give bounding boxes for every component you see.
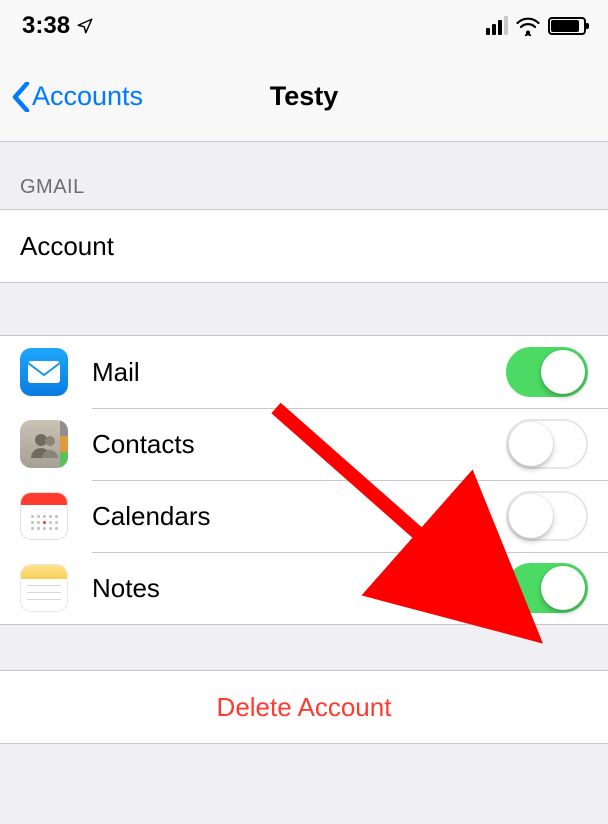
toggle-contacts[interactable] <box>506 419 588 469</box>
contacts-icon <box>20 420 68 468</box>
status-time: 3:38 <box>22 12 70 40</box>
toggle-mail[interactable] <box>506 347 588 397</box>
service-row-notes: Notes <box>0 552 608 624</box>
nav-bar: Accounts Testy <box>0 52 608 142</box>
service-label: Calendars <box>92 501 211 532</box>
group-spacer <box>0 283 608 335</box>
notes-icon <box>20 564 68 612</box>
location-arrow-icon <box>76 17 94 35</box>
service-label: Contacts <box>92 429 195 460</box>
service-row-calendars: Calendars <box>0 480 608 552</box>
services-group: Mail Contacts Calendars <box>0 335 608 625</box>
service-label: Mail <box>92 357 140 388</box>
cellular-signal-icon <box>486 17 508 35</box>
status-left: 3:38 <box>22 12 94 40</box>
calendars-icon <box>20 492 68 540</box>
status-bar: 3:38 <box>0 0 608 52</box>
account-group: Account <box>0 209 608 283</box>
toggle-calendars[interactable] <box>506 491 588 541</box>
mail-icon <box>20 348 68 396</box>
delete-label: Delete Account <box>217 692 392 723</box>
status-right <box>486 16 586 36</box>
delete-account-button[interactable]: Delete Account <box>0 671 608 743</box>
account-row[interactable]: Account <box>0 210 608 282</box>
group-spacer <box>0 625 608 670</box>
account-label: Account <box>20 231 114 262</box>
wifi-icon <box>516 16 540 36</box>
chevron-left-icon <box>12 82 30 112</box>
delete-group: Delete Account <box>0 670 608 744</box>
toggle-notes[interactable] <box>506 563 588 613</box>
back-button[interactable]: Accounts <box>12 81 143 112</box>
service-label: Notes <box>92 573 160 604</box>
back-label: Accounts <box>32 81 143 112</box>
section-header-gmail: GMAIL <box>0 142 608 209</box>
service-row-mail: Mail <box>0 336 608 408</box>
service-row-contacts: Contacts <box>0 408 608 480</box>
page-title: Testy <box>270 81 339 112</box>
battery-icon <box>548 17 586 35</box>
